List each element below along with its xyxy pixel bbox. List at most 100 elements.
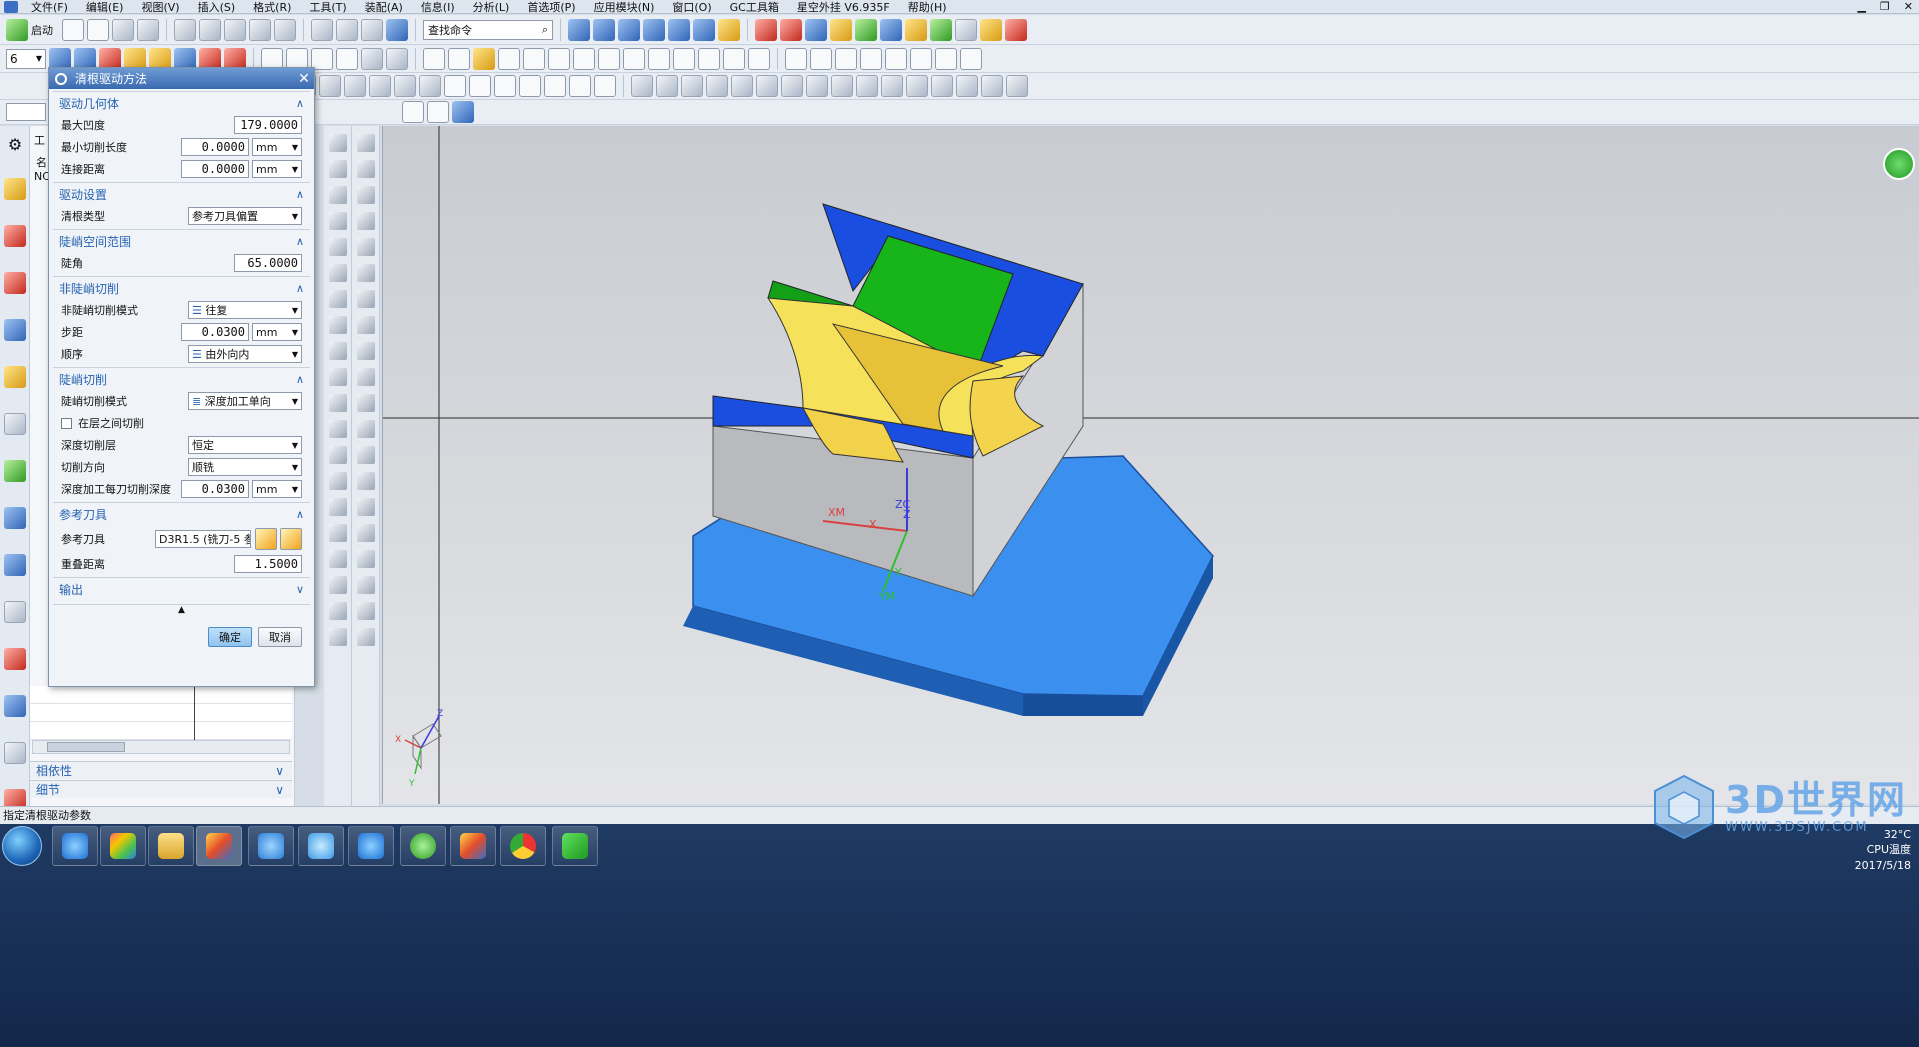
taskbar-wps-icon[interactable] (552, 826, 598, 866)
minimize-icon[interactable]: ▁ (1857, 0, 1865, 14)
mirror-icon[interactable] (648, 47, 670, 70)
fillet-icon[interactable] (473, 47, 495, 70)
collapse-arrow-icon[interactable]: ▲ (53, 604, 310, 615)
snap-icon[interactable] (361, 18, 383, 41)
clock-date[interactable]: 2017/5/18 (1855, 859, 1911, 872)
sketch-circle-icon[interactable] (594, 75, 616, 97)
trim-body-icon[interactable] (706, 75, 728, 97)
extend-icon[interactable] (623, 47, 645, 70)
paste-icon[interactable] (224, 18, 246, 41)
synchronous-icon[interactable] (956, 75, 978, 97)
link-distance-input[interactable]: 0.0000 (181, 160, 249, 178)
menu-format[interactable]: 格式(R) (244, 0, 300, 15)
cut-direction-select[interactable]: 顺铣 ▼ (188, 458, 302, 476)
taskbar-nx2-icon[interactable] (450, 826, 496, 866)
box-icon[interactable] (361, 47, 383, 70)
open-icon[interactable] (87, 18, 109, 41)
render-icon[interactable] (880, 18, 902, 41)
details-panel[interactable]: 细节 ∨ (30, 780, 292, 798)
patch-icon[interactable] (910, 47, 932, 70)
project-icon[interactable] (698, 47, 720, 70)
zoom-icon[interactable] (593, 18, 615, 41)
between-layers-checkbox[interactable] (61, 417, 72, 429)
mirror-body-icon[interactable] (756, 75, 778, 97)
section-view-icon[interactable] (718, 18, 740, 41)
new-tool-icon[interactable] (280, 528, 302, 550)
delete-icon[interactable] (249, 18, 271, 41)
steep-angle-input[interactable]: 65.0000 (234, 254, 302, 272)
restore-icon[interactable]: ❐ (1880, 0, 1890, 14)
cancel-button[interactable]: 取消 (258, 627, 302, 647)
menu-info[interactable]: 信息(I) (412, 0, 464, 15)
shaded-view-icon[interactable] (643, 18, 665, 41)
split-body-icon[interactable] (731, 75, 753, 97)
info-icon[interactable] (4, 507, 26, 529)
menu-view[interactable]: 视图(V) (132, 0, 188, 15)
intersect-icon[interactable] (723, 47, 745, 70)
link-distance-unit[interactable]: mm ▼ (252, 160, 302, 178)
group-header-reference-tool[interactable]: 参考刀具 ∧ (53, 503, 310, 525)
ok-button[interactable]: 确定 (208, 627, 252, 647)
menu-insert[interactable]: 插入(S) (189, 0, 245, 15)
arc-icon[interactable] (448, 47, 470, 70)
move-face-icon[interactable] (856, 75, 878, 97)
print-icon[interactable] (137, 18, 159, 41)
sweep-icon[interactable] (810, 47, 832, 70)
text-icon[interactable] (548, 47, 570, 70)
taskbar-baidu-icon[interactable] (248, 826, 294, 866)
operation-navigator-icon[interactable] (4, 319, 26, 341)
depth-levels-select[interactable]: 恒定 ▼ (188, 436, 302, 454)
cylinder-icon[interactable] (386, 47, 408, 70)
pattern-feature-icon[interactable] (781, 75, 803, 97)
layer-select[interactable]: 6 ▼ (6, 48, 46, 69)
shell-icon[interactable] (569, 75, 591, 97)
taskbar-browser-icon[interactable] (348, 826, 394, 866)
web-browser-icon[interactable] (4, 554, 26, 576)
select-body-icon[interactable] (452, 101, 474, 123)
rotate-view-icon[interactable] (618, 18, 640, 41)
replace-face-icon[interactable] (831, 75, 853, 97)
rib-icon[interactable] (419, 75, 441, 97)
offset-icon[interactable] (573, 47, 595, 70)
repeat-icon[interactable] (311, 18, 333, 41)
status-ball-icon[interactable] (1883, 148, 1915, 180)
polygon-icon[interactable] (498, 47, 520, 70)
menu-file[interactable]: 文件(F) (22, 0, 77, 15)
new-icon[interactable] (62, 18, 84, 41)
depth-per-cut-unit[interactable]: mm ▼ (252, 480, 302, 498)
taskbar-qq-icon[interactable] (298, 826, 344, 866)
history-icon[interactable] (4, 601, 26, 623)
sketch-hex-icon[interactable] (469, 75, 491, 97)
graphics-viewport[interactable]: XM X YM Y ZC Z X Y Z (382, 126, 1919, 804)
select-face-icon[interactable] (402, 101, 424, 123)
bridge-icon[interactable] (748, 47, 770, 70)
material-icon[interactable] (930, 18, 952, 41)
color-icon[interactable] (905, 18, 927, 41)
save-icon[interactable] (112, 18, 134, 41)
hole-icon[interactable] (319, 75, 341, 97)
assembly-navigator-icon[interactable] (4, 178, 26, 200)
stepover-unit[interactable]: mm ▼ (252, 323, 302, 341)
sketch-line-icon[interactable] (423, 47, 445, 70)
close-icon[interactable]: ✕ (1904, 0, 1913, 14)
steep-pattern-select[interactable]: ≣ 深度加工单向 ▼ (188, 392, 302, 410)
robot-icon[interactable] (4, 742, 26, 764)
dialog-title-bar[interactable]: 清根驱动方法 ✕ (49, 68, 314, 89)
delete-face-icon[interactable] (881, 75, 903, 97)
cleanup-type-select[interactable]: 参考刀具偏置 ▼ (188, 207, 302, 225)
curve-icon[interactable] (780, 18, 802, 41)
menu-assembly[interactable]: 装配(A) (356, 0, 412, 15)
machine-tool-icon[interactable] (4, 366, 26, 388)
part-navigator-icon[interactable] (4, 272, 26, 294)
pocket-icon[interactable] (369, 75, 391, 97)
group-header-drive-settings[interactable]: 驱动设置 ∧ (53, 183, 310, 205)
resize-blend-icon[interactable] (906, 75, 928, 97)
reuse-library-icon[interactable] (4, 413, 26, 435)
menu-window[interactable]: 窗口(O) (663, 0, 720, 15)
group-header-output[interactable]: 输出 ∨ (53, 578, 310, 600)
select-box-icon[interactable] (427, 101, 449, 123)
ellipse-icon[interactable] (523, 47, 545, 70)
group-header-steep-cut[interactable]: 陡峭切削 ∧ (53, 368, 310, 390)
dialog-close-button[interactable]: ✕ (294, 71, 314, 87)
sketch-rect-icon[interactable] (444, 75, 466, 97)
